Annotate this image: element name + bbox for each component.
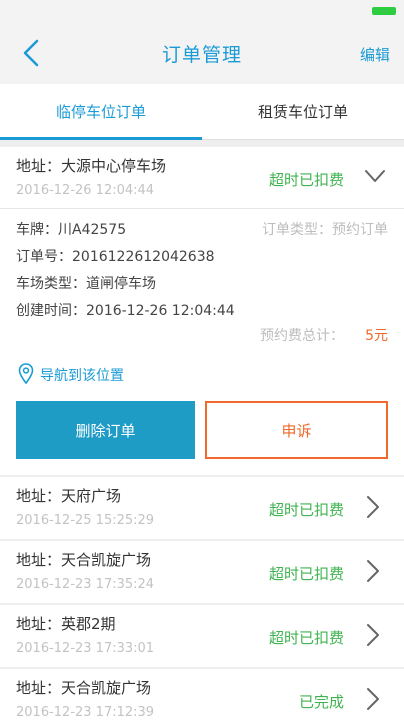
order-address: 地址：天合凯旋广场	[16, 679, 152, 697]
order-date: 2016-12-23 17:35:24	[16, 577, 155, 592]
chevron-right-icon	[367, 560, 379, 582]
order-header[interactable]: 地址：大源中心停车场 2016-12-26 12:04:44 超时已扣费	[0, 147, 404, 209]
nav-bar: 订单管理 编辑	[0, 22, 404, 84]
order-type: 订单类型：预约订单	[262, 222, 388, 238]
order-details: 车牌：川A42575 订单类型：预约订单 订单号：201612261204263…	[0, 209, 404, 349]
status-bar	[0, 0, 404, 22]
list-item[interactable]: 地址：英郡2期 2016-12-23 17:33:01 超时已扣费	[0, 605, 404, 667]
order-date: 2016-12-26 12:04:44	[16, 183, 155, 198]
tab-temporary-parking[interactable]: 临停车位订单	[0, 84, 202, 140]
back-button[interactable]	[16, 36, 46, 70]
chevron-right-icon	[367, 688, 379, 710]
delete-order-button[interactable]: 删除订单	[16, 401, 195, 459]
order-date: 2016-12-23 17:33:01	[16, 641, 155, 656]
chevron-left-icon	[23, 39, 39, 67]
order-status: 超时已扣费	[268, 501, 344, 519]
tab-rental-parking[interactable]: 租赁车位订单	[202, 84, 404, 139]
order-list: 地址：大源中心停车场 2016-12-26 12:04:44 超时已扣费 车牌：…	[0, 143, 404, 720]
chevron-right-icon	[367, 496, 379, 518]
location-pin-icon	[18, 363, 34, 385]
plate-number: 车牌：川A42575	[16, 222, 127, 238]
navigate-link[interactable]: 导航到该位置	[0, 349, 404, 401]
order-status: 超时已扣费	[268, 629, 344, 647]
fee-label: 预约费总计：	[260, 328, 344, 344]
appeal-button[interactable]: 申诉	[205, 401, 388, 459]
created-time: 创建时间：2016-12-26 12:04:44	[16, 303, 235, 319]
order-tabs: 临停车位订单 租赁车位订单	[0, 84, 404, 140]
order-address: 地址：天合凯旋广场	[16, 551, 152, 569]
order-status: 超时已扣费	[268, 171, 344, 189]
fee-value: 5元	[365, 328, 388, 344]
chevron-right-icon	[367, 624, 379, 646]
battery-icon	[372, 7, 396, 15]
order-actions: 删除订单 申诉	[0, 401, 404, 475]
order-status: 已完成	[298, 693, 344, 711]
order-address: 地址：大源中心停车场	[16, 157, 167, 175]
list-item[interactable]: 地址：天合凯旋广场 2016-12-23 17:12:39 已完成	[0, 669, 404, 720]
expanded-order-card: 地址：大源中心停车场 2016-12-26 12:04:44 超时已扣费 车牌：…	[0, 147, 404, 475]
lot-type: 车场类型：道闸停车场	[16, 276, 156, 292]
chevron-down-icon[interactable]	[364, 169, 386, 183]
order-address: 地址：英郡2期	[16, 615, 116, 633]
page-title: 订单管理	[161, 43, 242, 66]
order-date: 2016-12-25 15:25:29	[16, 513, 155, 528]
order-number: 订单号：2016122612042638	[16, 249, 215, 265]
order-address: 地址：天府广场	[16, 487, 122, 505]
navigate-label: 导航到该位置	[40, 368, 124, 384]
edit-button[interactable]: 编辑	[360, 44, 390, 65]
list-item[interactable]: 地址：天府广场 2016-12-25 15:25:29 超时已扣费	[0, 477, 404, 539]
order-date: 2016-12-23 17:12:39	[16, 705, 155, 720]
order-status: 超时已扣费	[268, 565, 344, 583]
list-item[interactable]: 地址：天合凯旋广场 2016-12-23 17:35:24 超时已扣费	[0, 541, 404, 603]
